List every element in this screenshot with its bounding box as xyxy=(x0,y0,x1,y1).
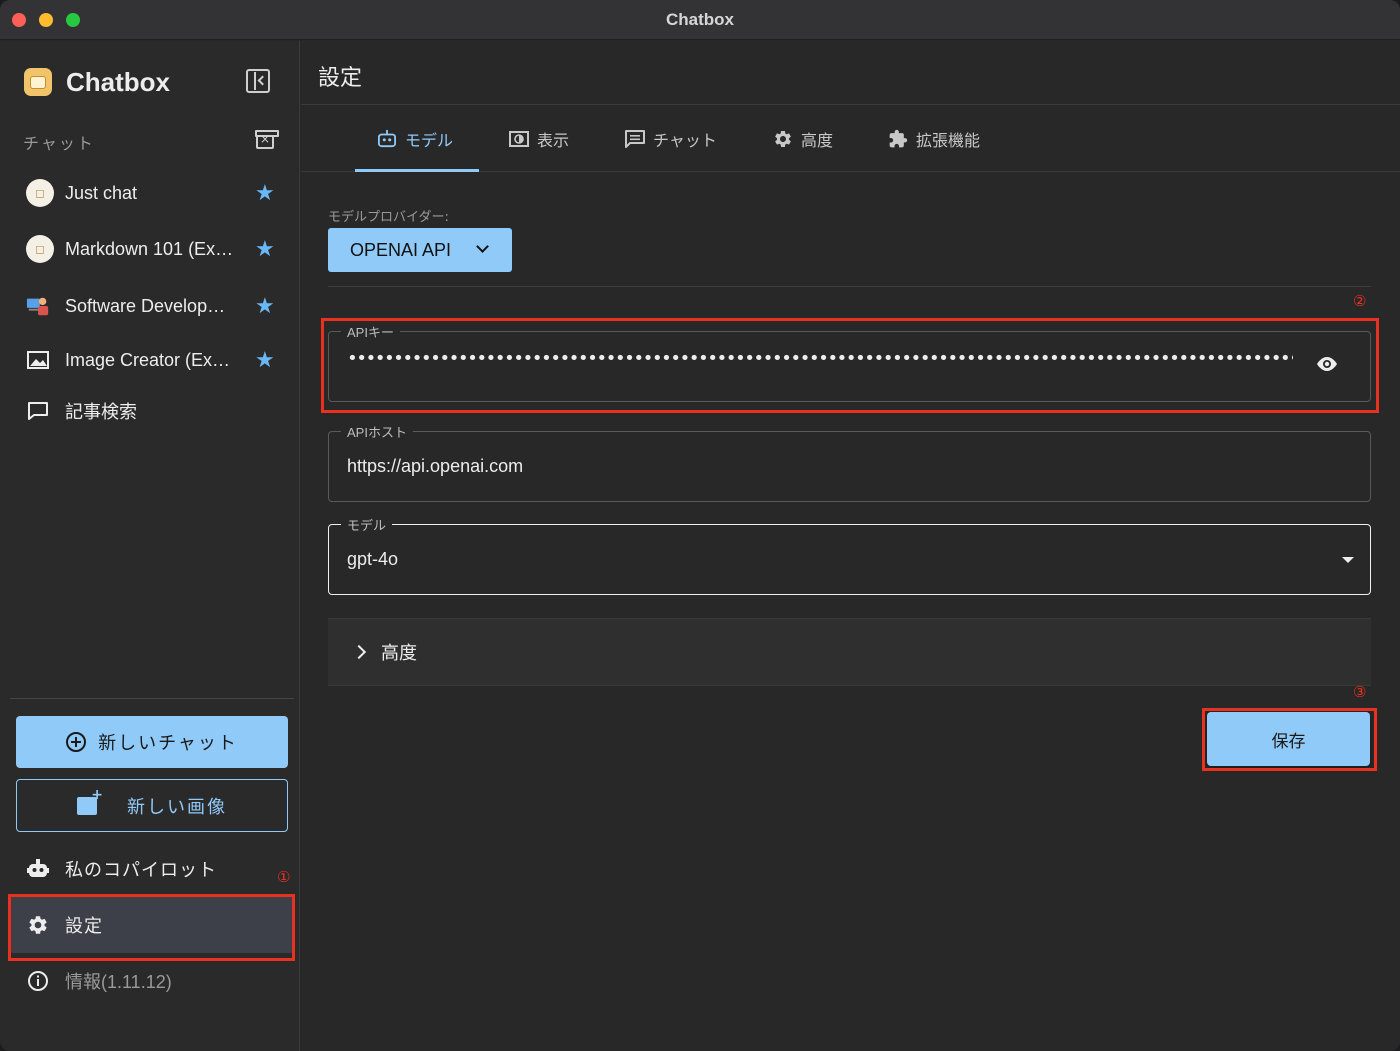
copilot-label: 私のコパイロット xyxy=(65,860,217,881)
page-title: 設定 xyxy=(318,66,363,91)
title-bar: Chatbox xyxy=(0,0,1400,40)
tab-display[interactable]: 表示 xyxy=(509,106,569,172)
collapse-sidebar-icon[interactable] xyxy=(246,69,270,93)
save-button[interactable]: 保存 xyxy=(1207,712,1370,766)
annotation-number-3: ③ xyxy=(1353,683,1367,701)
add-circle-icon xyxy=(66,732,87,752)
settings-tabs: モデル 表示 チャット 高度 拡張機能 xyxy=(301,106,1400,172)
display-icon xyxy=(509,129,529,149)
new-image-label: 新しい画像 xyxy=(127,796,227,818)
api-host-label: APIホスト xyxy=(341,422,413,441)
new-chat-label: 新しいチャット xyxy=(98,733,238,754)
chatbox-avatar-icon: ◻ xyxy=(26,235,54,263)
robot-icon xyxy=(26,857,50,881)
tab-extensions[interactable]: 拡張機能 xyxy=(888,106,980,172)
tab-chat[interactable]: チャット xyxy=(625,106,717,172)
chevron-down-icon xyxy=(476,240,489,253)
session-item[interactable]: 記事検索 xyxy=(0,386,300,436)
tab-model[interactable]: モデル xyxy=(377,106,453,172)
window-title: Chatbox xyxy=(666,10,734,29)
api-key-field[interactable]: APIキー ••••••••••••••••••••••••••••••••••… xyxy=(328,322,1371,402)
tab-label: チャット xyxy=(653,131,717,150)
about-label: 情報(1.11.12) xyxy=(65,972,172,992)
brand: Chatbox xyxy=(24,67,170,97)
model-provider-dropdown[interactable]: OPENAI API xyxy=(328,228,512,272)
tab-label: モデル xyxy=(405,131,454,150)
copilot-nav-item[interactable]: 私のコパイロット xyxy=(10,841,294,897)
api-key-label: APIキー xyxy=(341,322,400,341)
active-tab-indicator xyxy=(355,169,479,172)
advanced-accordion[interactable]: 高度 xyxy=(328,618,1371,686)
dropdown-arrow-icon xyxy=(1342,557,1354,563)
model-label: モデル xyxy=(341,515,393,534)
image-icon xyxy=(26,348,50,372)
about-nav-item[interactable]: 情報(1.11.12) xyxy=(10,953,294,1009)
model-provider-label: モデルプロバイダー: xyxy=(328,210,449,225)
session-item[interactable]: Image Creator (Ex… ★ xyxy=(0,335,300,385)
api-host-input[interactable]: https://api.openai.com xyxy=(347,456,523,477)
star-icon[interactable]: ★ xyxy=(255,181,275,206)
gear-icon xyxy=(773,129,793,149)
brand-name: Chatbox xyxy=(66,66,170,97)
message-icon xyxy=(625,129,645,149)
settings-nav-item[interactable]: 設定 xyxy=(10,897,294,953)
chatbox-logo-icon xyxy=(24,68,52,96)
new-chat-button[interactable]: 新しいチャット xyxy=(16,716,288,768)
tab-label: 高度 xyxy=(801,131,834,150)
tab-advanced[interactable]: 高度 xyxy=(773,106,833,172)
api-host-field[interactable]: APIホスト https://api.openai.com xyxy=(328,422,1371,502)
api-key-input[interactable]: ••••••••••••••••••••••••••••••••••••••••… xyxy=(347,348,1293,378)
eye-icon[interactable] xyxy=(1315,356,1339,372)
info-icon xyxy=(26,969,50,993)
session-label: Just chat xyxy=(65,182,138,203)
model-select[interactable]: モデル gpt-4o xyxy=(328,515,1371,595)
annotation-number-2: ② xyxy=(1353,292,1367,310)
chat-section-label: チャット xyxy=(23,134,95,153)
session-label: 記事検索 xyxy=(65,402,137,422)
new-image-button[interactable]: 新しい画像 xyxy=(16,779,288,832)
app-window: Chatbox Chatbox チャット ◻ Just chat ★ ◻ Mar… xyxy=(0,0,1400,1051)
add-image-icon xyxy=(77,787,105,815)
session-item[interactable]: Software Develop… ★ xyxy=(0,281,300,331)
sidebar-divider xyxy=(10,698,294,699)
model-provider-value: OPENAI API xyxy=(350,239,452,260)
archive-icon[interactable] xyxy=(255,130,279,149)
session-label: Image Creator (Ex… xyxy=(65,349,231,370)
session-label: Markdown 101 (Ex… xyxy=(65,238,234,259)
robot-icon xyxy=(377,129,397,149)
settings-panel: 設定 モデル 表示 チャット 高度 拡張機能 モデルプロバイダー: OPENAI… xyxy=(301,41,1400,1051)
page-header: 設定 xyxy=(301,41,1400,105)
chatbox-avatar-icon: ◻ xyxy=(26,179,54,207)
gear-icon xyxy=(26,913,50,937)
chat-bubble-icon xyxy=(26,399,50,423)
puzzle-icon xyxy=(888,129,908,149)
tab-label: 表示 xyxy=(537,131,570,150)
model-value: gpt-4o xyxy=(347,549,399,569)
star-icon[interactable]: ★ xyxy=(255,294,275,319)
session-item[interactable]: ◻ Markdown 101 (Ex… ★ xyxy=(0,224,300,274)
developer-avatar-icon xyxy=(26,294,50,318)
session-item[interactable]: ◻ Just chat ★ xyxy=(0,168,300,218)
advanced-label: 高度 xyxy=(381,643,417,664)
sidebar: Chatbox チャット ◻ Just chat ★ ◻ Markdown 10… xyxy=(0,41,300,1051)
session-label: Software Develop… xyxy=(65,295,226,316)
annotation-number-1: ① xyxy=(277,868,291,886)
divider xyxy=(328,286,1371,287)
tab-label: 拡張機能 xyxy=(916,131,981,150)
star-icon[interactable]: ★ xyxy=(255,348,275,373)
chevron-right-icon xyxy=(351,644,367,660)
settings-label: 設定 xyxy=(65,916,103,937)
star-icon[interactable]: ★ xyxy=(255,237,275,262)
